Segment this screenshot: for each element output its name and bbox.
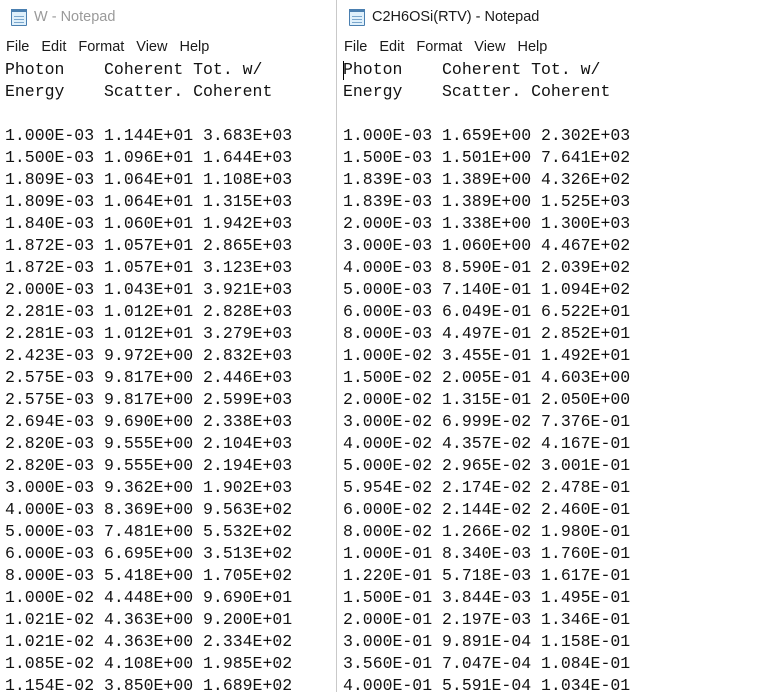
text-line: 5.000E-02 2.965E-02 3.001E-01 (343, 456, 631, 475)
text-line: 1.000E-02 3.455E-01 1.492E+01 (343, 346, 631, 365)
text-line: 1.839E-03 1.389E+00 1.525E+03 (343, 192, 631, 211)
text-line: 2.694E-03 9.690E+00 2.338E+03 (5, 412, 293, 431)
menu-file[interactable]: File (6, 36, 29, 58)
text-line: 4.000E-03 8.590E-01 2.039E+02 (343, 258, 631, 277)
text-line: 4.000E-01 5.591E-04 1.034E-01 (343, 676, 631, 692)
text-line: 1.809E-03 1.064E+01 1.108E+03 (5, 170, 293, 189)
text-line: 1.500E-01 3.844E-03 1.495E-01 (343, 588, 631, 607)
text-line: 2.575E-03 9.817E+00 2.446E+03 (5, 368, 293, 387)
text-line: 1.154E-02 3.850E+00 1.689E+02 (5, 676, 293, 692)
text-line: 2.000E-01 2.197E-03 1.346E-01 (343, 610, 631, 629)
text-line: 1.021E-02 4.363E+00 9.200E+01 (5, 610, 293, 629)
text-line: 2.575E-03 9.817E+00 2.599E+03 (5, 390, 293, 409)
menu-file[interactable]: File (344, 36, 367, 58)
text-line: 3.560E-01 7.047E-04 1.084E-01 (343, 654, 631, 673)
text-line: 2.000E-03 1.338E+00 1.300E+03 (343, 214, 631, 233)
text-line: 1.500E-03 1.096E+01 1.644E+03 (5, 148, 293, 167)
text-line: 3.000E-03 9.362E+00 1.902E+03 (5, 478, 293, 497)
text-line: 1.000E-03 1.659E+00 2.302E+03 (343, 126, 631, 145)
text-line: Photon Coherent Tot. w/ (5, 60, 263, 79)
menu-bar: File Edit Format View Help (338, 36, 781, 58)
text-line: Energy Scatter. Coherent (343, 82, 611, 101)
text-line: 1.085E-02 4.108E+00 1.985E+02 (5, 654, 293, 673)
menu-edit[interactable]: Edit (41, 36, 66, 58)
text-line: 1.000E-02 4.448E+00 9.690E+01 (5, 588, 293, 607)
window-title: C2H6OSi(RTV) - Notepad (372, 9, 540, 25)
menu-format[interactable]: Format (78, 36, 124, 58)
text-line: 1.000E-03 1.144E+01 3.683E+03 (5, 126, 293, 145)
menu-help[interactable]: Help (179, 36, 209, 58)
text-line: Photon Coherent Tot. w/ (343, 60, 601, 79)
menu-view[interactable]: View (474, 36, 505, 58)
notepad-icon (348, 9, 366, 26)
text-line: 5.000E-03 7.140E-01 1.094E+02 (343, 280, 631, 299)
text-line: 1.872E-03 1.057E+01 2.865E+03 (5, 236, 293, 255)
text-line: 2.000E-02 1.315E-01 2.050E+00 (343, 390, 631, 409)
text-line: 6.000E-02 2.144E-02 2.460E-01 (343, 500, 631, 519)
text-line: Energy Scatter. Coherent (5, 82, 273, 101)
text-line: 3.000E-01 9.891E-04 1.158E-01 (343, 632, 631, 651)
text-line: 3.000E-03 1.060E+00 4.467E+02 (343, 236, 631, 255)
text-line: 4.000E-02 4.357E-02 4.167E-01 (343, 434, 631, 453)
text-line: 1.809E-03 1.064E+01 1.315E+03 (5, 192, 293, 211)
text-line: 2.281E-03 1.012E+01 2.828E+03 (5, 302, 293, 321)
text-line: 2.281E-03 1.012E+01 3.279E+03 (5, 324, 293, 343)
menu-format[interactable]: Format (416, 36, 462, 58)
text-editor[interactable]: Photon Coherent Tot. w/Energy Scatter. C… (343, 59, 781, 692)
menu-edit[interactable]: Edit (379, 36, 404, 58)
text-line: 1.839E-03 1.389E+00 4.326E+02 (343, 170, 631, 189)
text-line: 2.820E-03 9.555E+00 2.194E+03 (5, 456, 293, 475)
text-line: 1.872E-03 1.057E+01 3.123E+03 (5, 258, 293, 277)
text-line: 8.000E-03 5.418E+00 1.705E+02 (5, 566, 293, 585)
menu-view[interactable]: View (136, 36, 167, 58)
notepad-window-w[interactable]: W - Notepad File Edit Format View Help P… (0, 0, 337, 692)
text-line: 1.500E-03 1.501E+00 7.641E+02 (343, 148, 631, 167)
text-line: 2.820E-03 9.555E+00 2.104E+03 (5, 434, 293, 453)
text-line: 1.220E-01 5.718E-03 1.617E-01 (343, 566, 631, 585)
text-line: 1.021E-02 4.363E+00 2.334E+02 (5, 632, 293, 651)
text-line: 5.000E-03 7.481E+00 5.532E+02 (5, 522, 293, 541)
window-title: W - Notepad (34, 9, 116, 25)
text-line: 1.840E-03 1.060E+01 1.942E+03 (5, 214, 293, 233)
title-bar[interactable]: C2H6OSi(RTV) - Notepad (338, 0, 781, 34)
title-bar[interactable]: W - Notepad (0, 0, 336, 34)
text-line: 8.000E-02 1.266E-02 1.980E-01 (343, 522, 631, 541)
text-line: 4.000E-03 8.369E+00 9.563E+02 (5, 500, 293, 519)
text-line: 6.000E-03 6.049E-01 6.522E+01 (343, 302, 631, 321)
text-line: 3.000E-02 6.999E-02 7.376E-01 (343, 412, 631, 431)
text-line (343, 103, 781, 125)
text-line: 8.000E-03 4.497E-01 2.852E+01 (343, 324, 631, 343)
text-line: 2.000E-03 1.043E+01 3.921E+03 (5, 280, 293, 299)
text-line (5, 103, 336, 125)
menu-bar: File Edit Format View Help (0, 36, 336, 58)
text-editor[interactable]: Photon Coherent Tot. w/Energy Scatter. C… (5, 59, 336, 692)
text-line: 2.423E-03 9.972E+00 2.832E+03 (5, 346, 293, 365)
text-line: 1.500E-02 2.005E-01 4.603E+00 (343, 368, 631, 387)
text-line: 6.000E-03 6.695E+00 3.513E+02 (5, 544, 293, 563)
menu-help[interactable]: Help (517, 36, 547, 58)
notepad-icon (10, 9, 28, 26)
text-line: 1.000E-01 8.340E-03 1.760E-01 (343, 544, 631, 563)
text-line: 5.954E-02 2.174E-02 2.478E-01 (343, 478, 631, 497)
notepad-window-c2h6osi[interactable]: C2H6OSi(RTV) - Notepad File Edit Format … (338, 0, 781, 692)
